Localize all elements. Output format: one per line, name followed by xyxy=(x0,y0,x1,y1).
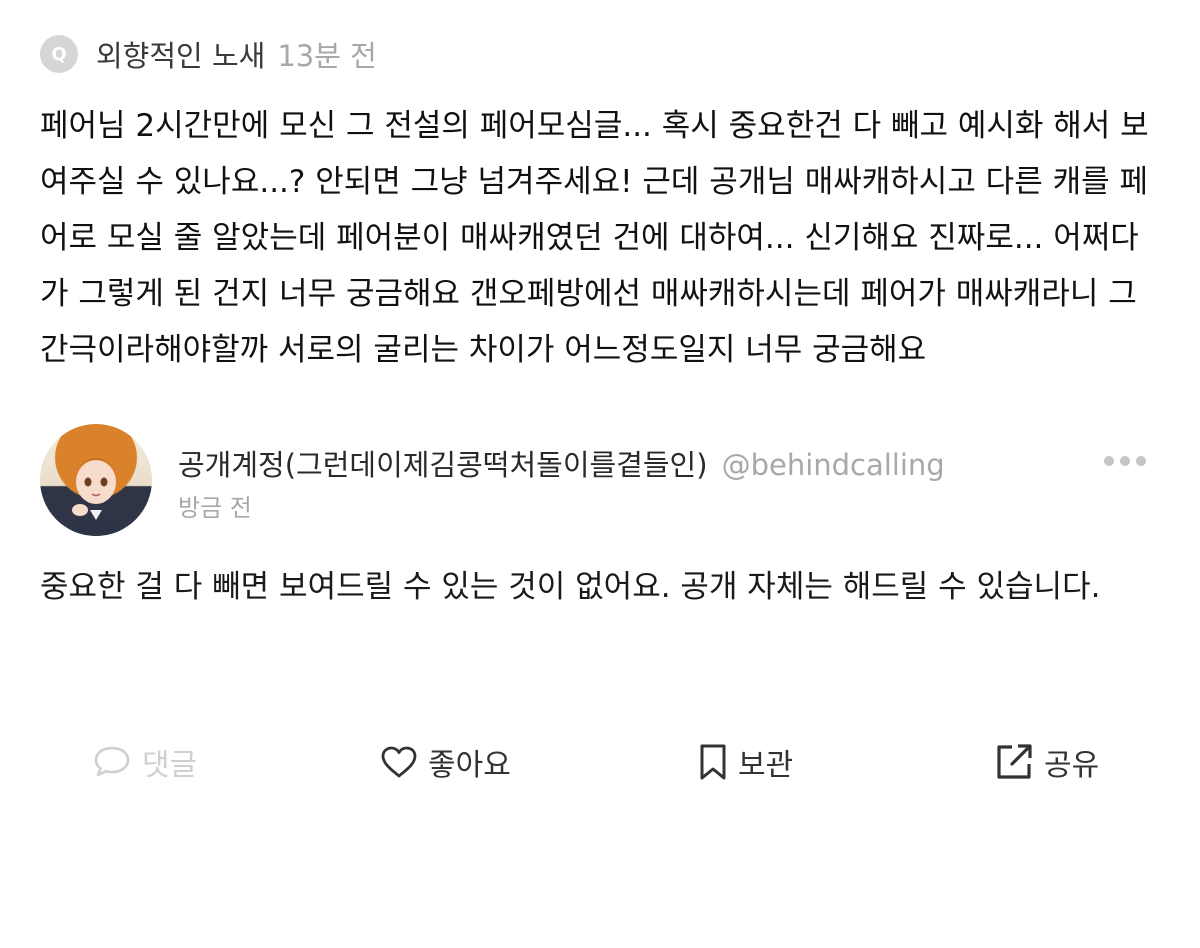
comment-button[interactable]: 댓글 xyxy=(92,734,197,790)
share-arrow-icon xyxy=(994,742,1034,782)
question-header: Q 외향적인 노새 13분 전 xyxy=(40,34,377,74)
answer-time: 방금 전 xyxy=(178,494,252,522)
answerer-line: 공개계정(그런데이제김콩떡처돌이를곁들인) @behindcalling xyxy=(178,442,945,484)
share-label: 공유 xyxy=(1044,748,1100,783)
share-button[interactable]: 공유 xyxy=(994,734,1099,790)
like-button[interactable]: 좋아요 xyxy=(380,734,511,790)
more-dots-icon[interactable] xyxy=(1104,454,1146,468)
more-dot xyxy=(1136,456,1146,466)
more-dot xyxy=(1120,456,1130,466)
question-time: 13분 전 xyxy=(277,39,377,73)
question-badge-icon: Q xyxy=(40,35,78,73)
save-button[interactable]: 보관 xyxy=(698,734,793,790)
answerer-handle[interactable]: @behindcalling xyxy=(722,448,945,482)
comment-label: 댓글 xyxy=(142,748,198,783)
save-label: 보관 xyxy=(738,748,794,783)
answer-text: 중요한 걸 다 빼면 보여드릴 수 있는 것이 없어요. 공개 자체는 해드릴 … xyxy=(40,569,1101,605)
answer-header: 공개계정(그런데이제김콩떡처돌이를곁들인) @behindcalling 방금 전 xyxy=(40,424,1160,536)
heart-icon xyxy=(380,745,418,779)
speech-bubble-icon xyxy=(92,744,132,780)
bookmark-icon xyxy=(698,743,728,781)
like-label: 좋아요 xyxy=(428,748,511,783)
asker-name: 외향적인 노새 xyxy=(96,39,266,73)
action-bar: 댓글 좋아요 보관 공유 xyxy=(0,734,1200,790)
question-text: 페어님 2시간만에 모신 그 전설의 페어모심글... 혹시 중요한건 다 빼고… xyxy=(40,108,1149,368)
avatar[interactable] xyxy=(40,424,152,536)
more-dot xyxy=(1104,456,1114,466)
avatar-illustration xyxy=(60,444,132,536)
answerer-name[interactable]: 공개계정(그런데이제김콩떡처돌이를곁들인) xyxy=(178,448,708,482)
